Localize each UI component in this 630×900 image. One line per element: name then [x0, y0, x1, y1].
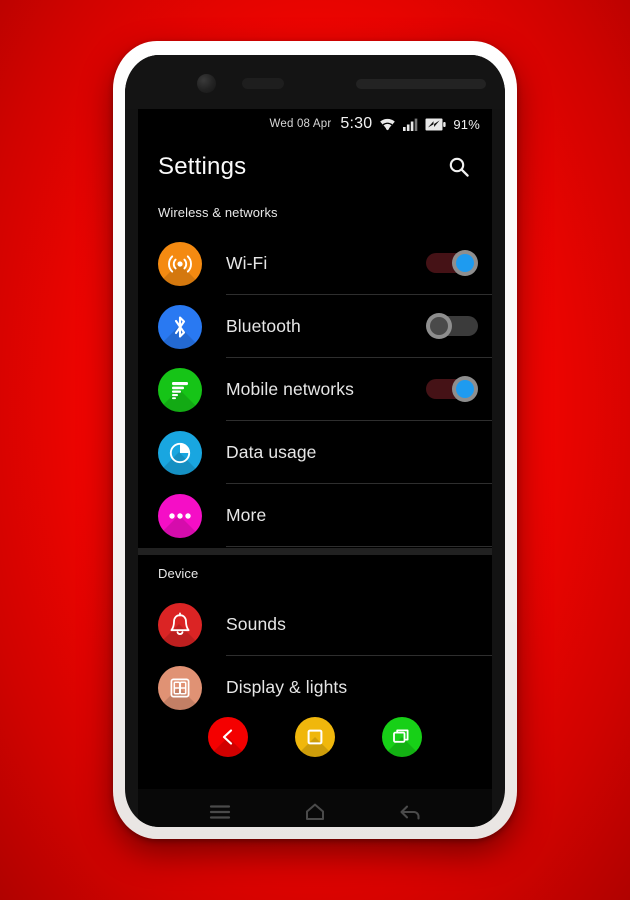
action-bar: Settings: [138, 139, 492, 195]
floating-home-button[interactable]: [294, 717, 335, 757]
phone-bezel: Wed 08 Apr 5:30 91% Settings Wireless & …: [125, 55, 505, 827]
settings-row-label: More: [226, 504, 267, 525]
hamburger-menu-icon[interactable]: [203, 795, 237, 827]
toggle-thumb: [452, 376, 478, 402]
settings-row-display-lights[interactable]: Display & lights: [138, 656, 492, 719]
search-icon[interactable]: [444, 152, 474, 182]
device-top-hardware: [125, 55, 505, 109]
settings-row-label: Data usage: [226, 441, 317, 462]
wifi-broadcast-icon: [158, 241, 202, 286]
settings-row-sounds[interactable]: Sounds: [138, 593, 492, 656]
front-camera-icon: [197, 74, 216, 93]
settings-row-label: Sounds: [226, 613, 286, 634]
bluetooth-icon: [158, 304, 202, 349]
cellular-signal-icon: [403, 118, 418, 131]
page-title: Settings: [158, 153, 247, 180]
navigation-bar: [138, 789, 492, 827]
phone-screen: Wed 08 Apr 5:30 91% Settings Wireless & …: [138, 109, 492, 789]
toggle-thumb: [452, 250, 478, 276]
settings-row-label: Bluetooth: [226, 315, 301, 336]
pie-chart-icon: [158, 430, 202, 475]
bell-icon: [158, 602, 202, 647]
floating-back-button[interactable]: [207, 717, 248, 757]
section-header-device: Device: [158, 566, 199, 581]
status-bar-date: Wed 08 Apr: [269, 118, 332, 130]
signal-bars-icon: [158, 367, 202, 412]
back-arrow-icon[interactable]: [393, 795, 427, 827]
wifi-icon: [379, 117, 396, 131]
seven-segment-icon: [158, 665, 202, 710]
more-dots-icon: [158, 493, 202, 538]
floating-recents-button[interactable]: [382, 717, 423, 757]
settings-row-wifi[interactable]: Wi-Fi: [138, 232, 492, 295]
bluetooth-toggle[interactable]: [426, 313, 478, 339]
phone-device: Wed 08 Apr 5:30 91% Settings Wireless & …: [113, 41, 517, 839]
battery-charging-icon: [425, 118, 446, 131]
settings-row-mobile-networks[interactable]: Mobile networks: [138, 358, 492, 421]
wifi-toggle[interactable]: [426, 250, 478, 276]
settings-row-bluetooth[interactable]: Bluetooth: [138, 295, 492, 358]
settings-row-label: Mobile networks: [226, 378, 354, 399]
section-divider: [138, 547, 492, 556]
status-bar: Wed 08 Apr 5:30 91%: [138, 109, 492, 139]
toggle-thumb: [426, 313, 452, 339]
mobile-networks-toggle[interactable]: [426, 376, 478, 402]
section-header-wireless: Wireless & networks: [158, 205, 278, 220]
earpiece-speaker-icon: [356, 79, 486, 89]
settings-row-label: Wi-Fi: [226, 252, 268, 273]
settings-row-data-usage[interactable]: Data usage: [138, 421, 492, 484]
settings-row-more[interactable]: More: [138, 484, 492, 547]
proximity-sensor-icon: [242, 78, 284, 89]
home-outline-icon[interactable]: [298, 795, 332, 827]
settings-list: Wireless & networks Wi-Fi Bluetooth Mobi…: [138, 195, 492, 719]
battery-percentage: 91%: [453, 116, 480, 132]
floating-nav-buttons: [138, 715, 492, 759]
settings-row-label: Display & lights: [226, 677, 348, 697]
status-bar-time: 5:30: [340, 115, 373, 132]
